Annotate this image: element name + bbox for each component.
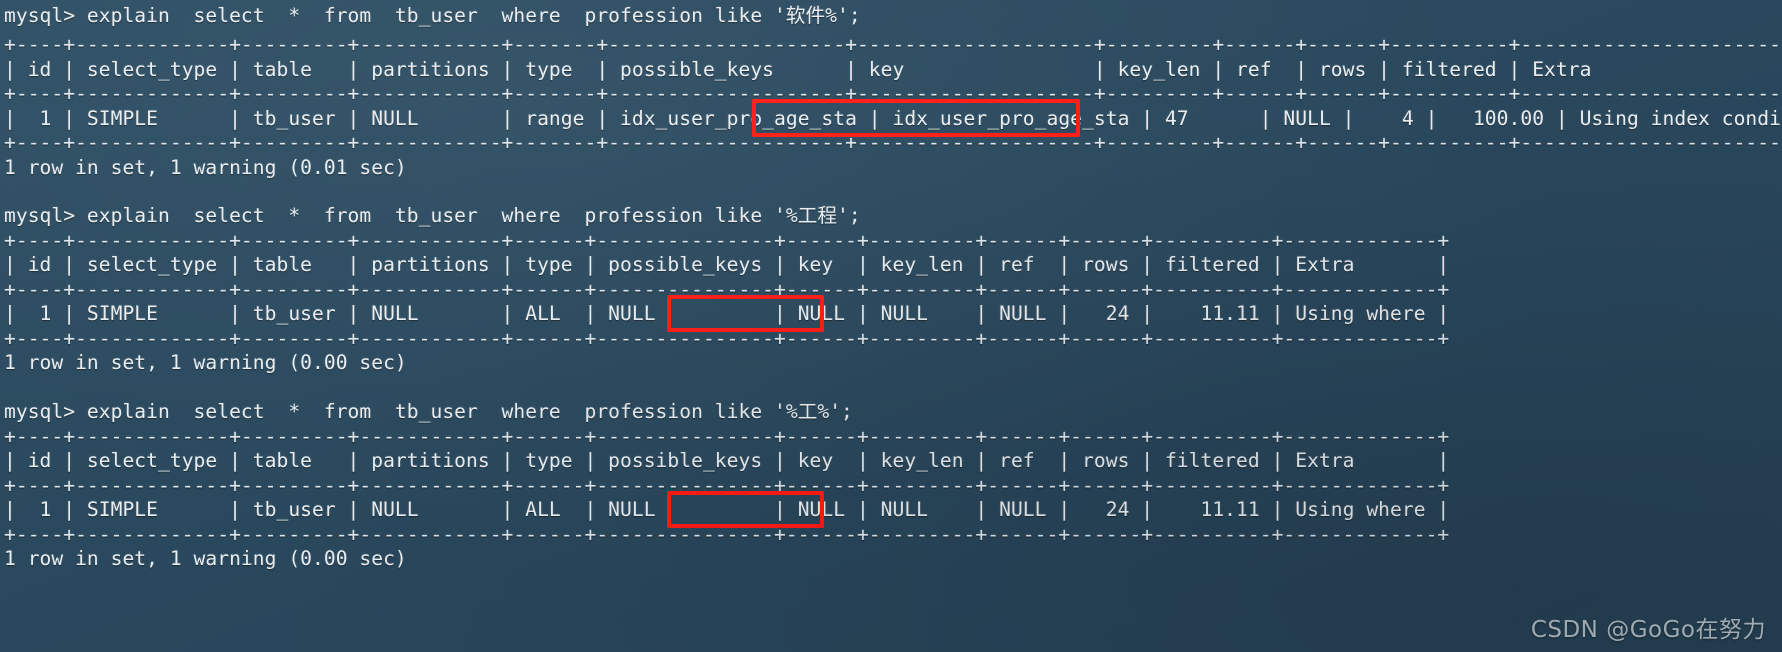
table-row-line: | id | select_type | table | partitions …: [4, 449, 1450, 472]
command-line: mysql> explain select * from tb_user whe…: [4, 204, 861, 227]
table-border-line: +----+-------------+---------+----------…: [4, 82, 1782, 105]
command-line: mysql> explain select * from tb_user whe…: [4, 4, 861, 27]
table-border-line: +----+-------------+---------+----------…: [4, 131, 1782, 154]
table-border-line: +----+-------------+---------+----------…: [4, 425, 1450, 448]
result-status-line: 1 row in set, 1 warning (0.00 sec): [4, 351, 407, 374]
table-border-line: +----+-------------+---------+----------…: [4, 327, 1450, 350]
command-line: mysql> explain select * from tb_user whe…: [4, 400, 853, 423]
table-border-line: +----+-------------+---------+----------…: [4, 33, 1782, 56]
csdn-watermark: CSDN @GoGo在努力: [1530, 617, 1766, 643]
table-border-line: +----+-------------+---------+----------…: [4, 229, 1450, 252]
table-border-line: +----+-------------+---------+----------…: [4, 474, 1450, 497]
table-border-line: +----+-------------+---------+----------…: [4, 278, 1450, 301]
terminal-screenshot: mysql> explain select * from tb_user whe…: [0, 0, 1782, 652]
table-row-line: | id | select_type | table | partitions …: [4, 253, 1450, 276]
result-status-line: 1 row in set, 1 warning (0.01 sec): [4, 156, 407, 179]
table-row-line: | 1 | SIMPLE | tb_user | NULL | range | …: [4, 107, 1782, 130]
table-row-line: | 1 | SIMPLE | tb_user | NULL | ALL | NU…: [4, 498, 1450, 521]
table-border-line: +----+-------------+---------+----------…: [4, 523, 1450, 546]
table-row-line: | 1 | SIMPLE | tb_user | NULL | ALL | NU…: [4, 302, 1450, 325]
table-row-line: | id | select_type | table | partitions …: [4, 58, 1782, 81]
result-status-line: 1 row in set, 1 warning (0.00 sec): [4, 547, 407, 570]
